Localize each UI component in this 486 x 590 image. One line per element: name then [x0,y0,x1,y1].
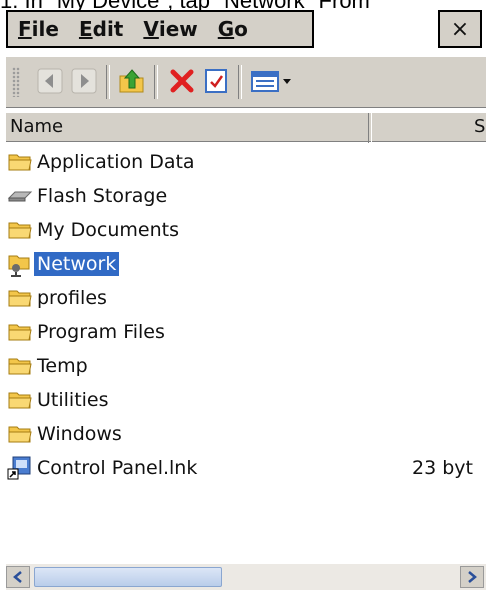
column-name-header[interactable]: Name [10,116,63,137]
scroll-right-button[interactable] [460,566,484,588]
horizontal-scrollbar[interactable] [6,564,486,590]
file-name: profiles [37,287,107,309]
scroll-left-button[interactable] [6,566,30,588]
list-item[interactable]: Flash Storage [6,180,486,212]
menu-file[interactable]: File [8,12,69,46]
file-name: Network [34,252,120,276]
menu-go[interactable]: Go [208,12,258,46]
file-name: Utilities [37,389,109,411]
list-item[interactable]: Windows [6,418,486,450]
view-menu-icon[interactable] [250,65,294,97]
menu-bar: File Edit View Go [6,10,314,48]
column-divider[interactable] [368,113,372,143]
list-item[interactable]: Utilities [6,384,486,416]
delete-icon[interactable] [166,65,198,97]
folder-up-icon[interactable] [116,65,148,97]
menu-edit[interactable]: Edit [69,12,133,46]
chevron-right-icon [468,571,477,583]
folder-icon [6,386,34,414]
chevron-left-icon [13,571,22,583]
file-name: Temp [37,355,88,377]
file-name: Control Panel.lnk [37,457,198,479]
file-name: My Documents [37,219,180,241]
file-name: Program Files [37,321,165,343]
properties-icon[interactable] [200,65,232,97]
list-item[interactable]: Temp [6,350,486,382]
folder-icon [6,148,34,176]
list-item[interactable]: Application Data [6,146,486,178]
list-item[interactable]: My Documents [6,214,486,246]
shortcut-icon [6,454,34,482]
file-name: Windows [37,423,122,445]
folder-icon [6,284,34,312]
folder-icon [6,420,34,448]
file-name: Flash Storage [37,185,168,207]
list-item[interactable]: Program Files [6,316,486,348]
file-name: Application Data [37,151,195,173]
network-folder-icon [6,250,34,278]
column-header: Name S [6,112,486,143]
list-item[interactable]: Network [6,248,486,280]
back-arrow-icon[interactable] [34,65,66,97]
toolbar [6,56,486,108]
file-size: 23 byt [412,457,473,479]
grip-icon[interactable] [12,67,20,97]
menu-view[interactable]: View [133,12,207,46]
close-button[interactable]: × [438,10,482,48]
folder-icon [6,352,34,380]
folder-icon [6,216,34,244]
column-size-header[interactable]: S [474,116,485,137]
forward-arrow-icon[interactable] [68,65,100,97]
list-item[interactable]: Control Panel.lnk 23 byt [6,452,486,484]
close-icon: × [450,16,470,42]
folder-icon [6,318,34,346]
scroll-thumb[interactable] [34,567,222,587]
list-item[interactable]: profiles [6,282,486,314]
drive-icon [6,182,34,210]
